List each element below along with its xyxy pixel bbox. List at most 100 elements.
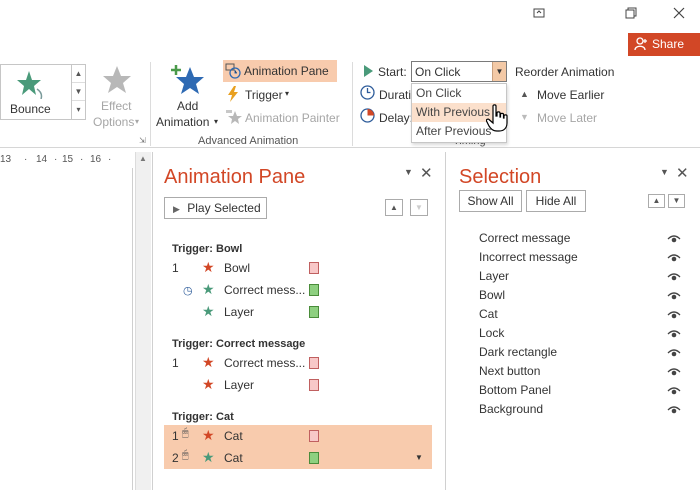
timeline-bar xyxy=(309,284,319,296)
selection-item[interactable]: Next button xyxy=(479,364,540,378)
start-dropdown[interactable]: On Click ▼ xyxy=(411,61,507,82)
gallery-more-icon[interactable]: ▾ xyxy=(72,101,85,119)
vertical-scrollbar[interactable]: ▲ xyxy=(135,152,151,490)
animation-item[interactable]: 1 🖱 ★ Cat xyxy=(164,425,432,447)
entrance-star-icon: ★ xyxy=(202,303,215,319)
add-animation-line1[interactable]: Add xyxy=(177,99,198,113)
menu-option-on-click[interactable]: On Click xyxy=(412,84,506,103)
hand-cursor-icon xyxy=(486,104,508,132)
ruler-tick-dot: · xyxy=(24,154,28,165)
selection-item[interactable]: Dark rectangle xyxy=(479,345,557,359)
selection-item[interactable]: Lock xyxy=(479,326,504,340)
animation-painter-label[interactable]: Animation Painter xyxy=(245,111,340,125)
eye-icon[interactable] xyxy=(667,386,681,396)
clock-icon: ◷ xyxy=(183,285,193,297)
send-backward-icon[interactable]: ▼ xyxy=(668,194,685,208)
scroll-up-icon[interactable]: ▲ xyxy=(139,154,147,163)
eye-icon[interactable] xyxy=(667,272,681,282)
animation-gallery[interactable]: Bounce xyxy=(0,64,72,120)
gallery-scroll[interactable]: ▲ ▼ ▾ xyxy=(72,64,86,120)
selection-item[interactable]: Cat xyxy=(479,307,498,321)
pane-options-icon[interactable]: ▼ xyxy=(660,167,669,177)
person-icon xyxy=(634,37,647,51)
move-down-icon[interactable]: ▼ xyxy=(410,199,428,216)
exit-star-icon: ★ xyxy=(202,354,215,370)
exit-star-icon: ★ xyxy=(202,427,215,443)
timeline-bar xyxy=(309,452,319,464)
maximize-icon[interactable] xyxy=(620,6,642,24)
animation-item[interactable]: 2 🖱 ★ Cat ▼ xyxy=(164,447,432,469)
play-selected-button[interactable]: ▶ Play Selected xyxy=(164,197,267,219)
animation-pane-button[interactable]: Animation Pane xyxy=(223,60,337,82)
eye-icon[interactable] xyxy=(667,348,681,358)
effect-options-line2[interactable]: Options xyxy=(93,115,134,129)
gallery-down-icon[interactable]: ▼ xyxy=(72,83,85,101)
animation-item[interactable]: 1 ★ Bowl xyxy=(164,257,432,279)
ruler-tick: 14 xyxy=(36,154,48,165)
animation-label: Cat xyxy=(224,451,243,465)
bring-forward-icon[interactable]: ▲ xyxy=(648,194,665,208)
exit-star-icon: ★ xyxy=(202,376,215,392)
eye-icon[interactable] xyxy=(667,291,681,301)
ruler-tick: 15 xyxy=(62,154,74,165)
selection-item[interactable]: Incorrect message xyxy=(479,250,578,264)
eye-icon[interactable] xyxy=(667,329,681,339)
animation-item[interactable]: ◷ ★ Correct mess... xyxy=(164,279,432,301)
trigger-header-correct-message: Trigger: Correct message xyxy=(172,338,306,350)
trigger-label[interactable]: Trigger xyxy=(245,88,283,102)
bounce-label: Bounce xyxy=(10,102,51,116)
slide-canvas-edge xyxy=(0,168,133,490)
selection-item[interactable]: Bottom Panel xyxy=(479,383,551,397)
animation-item[interactable]: ★ Layer xyxy=(164,301,432,323)
eye-icon[interactable] xyxy=(667,367,681,377)
move-up-icon[interactable]: ▲ xyxy=(385,199,403,216)
timeline-bar xyxy=(309,306,319,318)
gallery-up-icon[interactable]: ▲ xyxy=(72,65,85,83)
eye-icon[interactable] xyxy=(667,234,681,244)
animation-label: Layer xyxy=(224,305,255,319)
ruler: 13 · 14 · 15 · 16 · xyxy=(0,154,132,168)
selection-item[interactable]: Correct message xyxy=(479,231,570,245)
clock-icon xyxy=(360,85,375,100)
close-icon[interactable]: ✕ xyxy=(420,164,433,182)
chevron-down-icon: ▾ xyxy=(135,117,140,126)
hide-all-button[interactable]: Hide All xyxy=(526,190,586,212)
ruler-tick-dot: · xyxy=(108,154,112,165)
close-icon[interactable] xyxy=(668,6,690,24)
play-selected-label: Play Selected xyxy=(187,201,261,215)
restore-down-icon[interactable] xyxy=(528,6,550,24)
bounce-star-icon xyxy=(17,71,43,99)
ruler-tick-dot: · xyxy=(54,154,58,165)
pane-options-icon[interactable]: ▼ xyxy=(404,167,413,177)
selection-item[interactable]: Background xyxy=(479,402,543,416)
show-all-button[interactable]: Show All xyxy=(459,190,522,212)
ruler-tick: 13 xyxy=(0,154,12,165)
item-menu-chevron-icon[interactable]: ▼ xyxy=(415,453,423,462)
selection-item[interactable]: Bowl xyxy=(479,288,505,302)
triangle-up-icon: ▲ xyxy=(520,89,529,99)
add-animation-line2[interactable]: Animation xyxy=(156,115,209,129)
move-later-button[interactable]: Move Later xyxy=(537,111,597,125)
delay-label: Delay: xyxy=(379,111,414,125)
selection-item[interactable]: Layer xyxy=(479,269,509,283)
animation-pane-label: Animation Pane xyxy=(244,64,329,78)
dialog-launcher-icon[interactable]: ⇲ xyxy=(139,136,146,145)
share-button[interactable]: Share xyxy=(628,33,700,56)
animation-item[interactable]: ★ Layer xyxy=(164,374,432,396)
move-earlier-button[interactable]: Move Earlier xyxy=(537,88,604,102)
animation-item[interactable]: 1 ★ Correct mess... xyxy=(164,352,432,374)
ruler-tick-dot: · xyxy=(80,154,84,165)
animation-label: Correct mess... xyxy=(224,356,306,370)
ribbon-divider xyxy=(352,62,353,146)
exit-star-icon: ★ xyxy=(202,259,215,275)
start-label: Start: xyxy=(378,65,407,79)
eye-icon[interactable] xyxy=(667,253,681,263)
effect-options-line1[interactable]: Effect xyxy=(101,99,131,113)
entrance-star-icon: ★ xyxy=(202,281,215,297)
animation-label: Cat xyxy=(224,429,243,443)
eye-icon[interactable] xyxy=(667,310,681,320)
pane-divider[interactable] xyxy=(445,152,446,490)
close-icon[interactable]: ✕ xyxy=(676,164,689,182)
eye-icon[interactable] xyxy=(667,405,681,415)
chevron-down-icon[interactable]: ▼ xyxy=(492,62,506,81)
